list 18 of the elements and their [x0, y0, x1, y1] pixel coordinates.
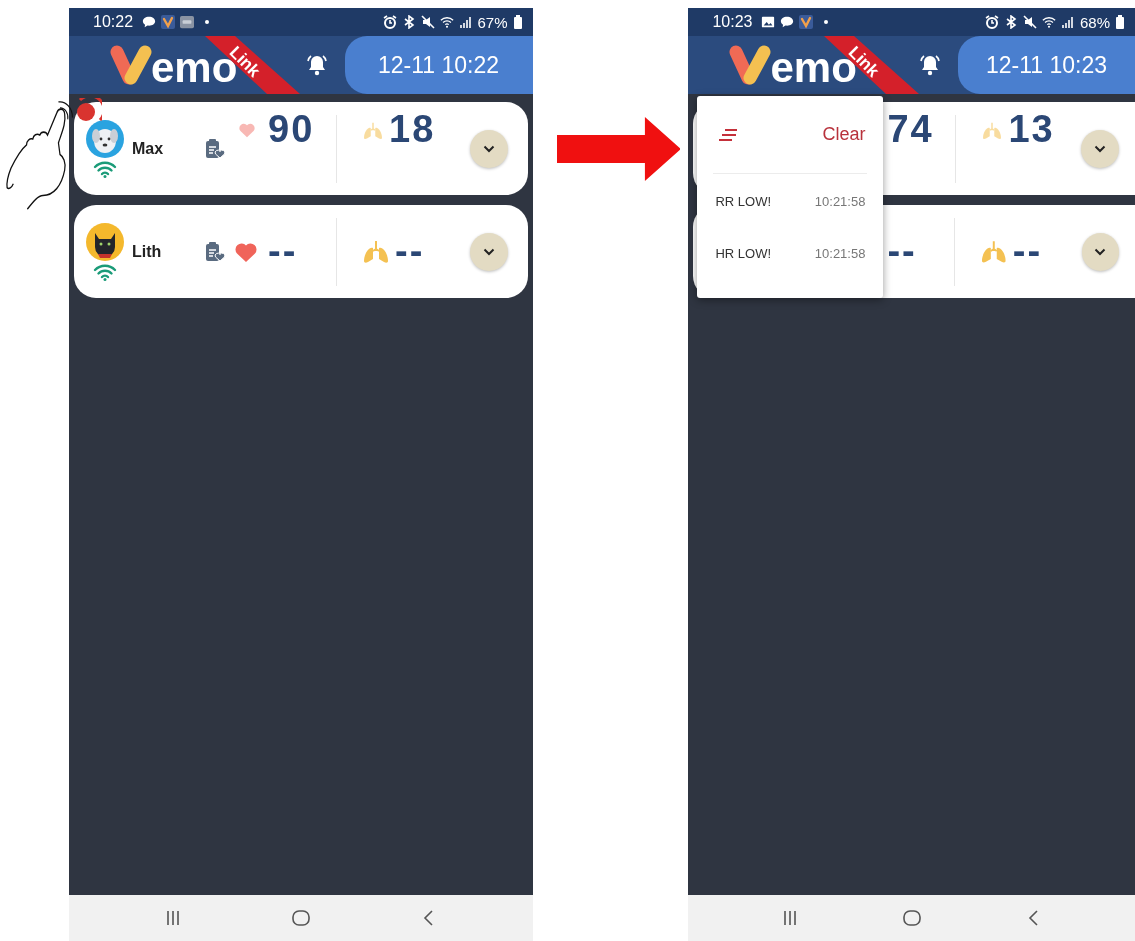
heart-rate-value: 74 [887, 108, 935, 151]
heart-rate-value: -- [268, 230, 299, 273]
battery-percent: 68% [1079, 13, 1110, 31]
respiration-rate-value: 13 [1008, 108, 1056, 151]
respiration-rate-value: -- [395, 230, 426, 273]
respiration-rate-value: 18 [389, 108, 437, 151]
battery-percent: 67% [477, 13, 508, 31]
respiration-rate-value: -- [1012, 230, 1044, 273]
pet-name: Lith [132, 242, 163, 261]
alert-text: HR LOW! [715, 246, 772, 261]
alert-time: 10:21:58 [814, 246, 866, 261]
status-time: 10:23 [712, 13, 753, 31]
heart-rate-value: -- [887, 230, 918, 273]
datetime-text: 12-11 10:23 [985, 51, 1107, 79]
datetime-text: 12-11 10:22 [378, 51, 500, 79]
status-time: 10:22 [93, 13, 134, 31]
heart-rate-value: 90 [268, 108, 316, 151]
pet-name: Max [132, 139, 165, 158]
